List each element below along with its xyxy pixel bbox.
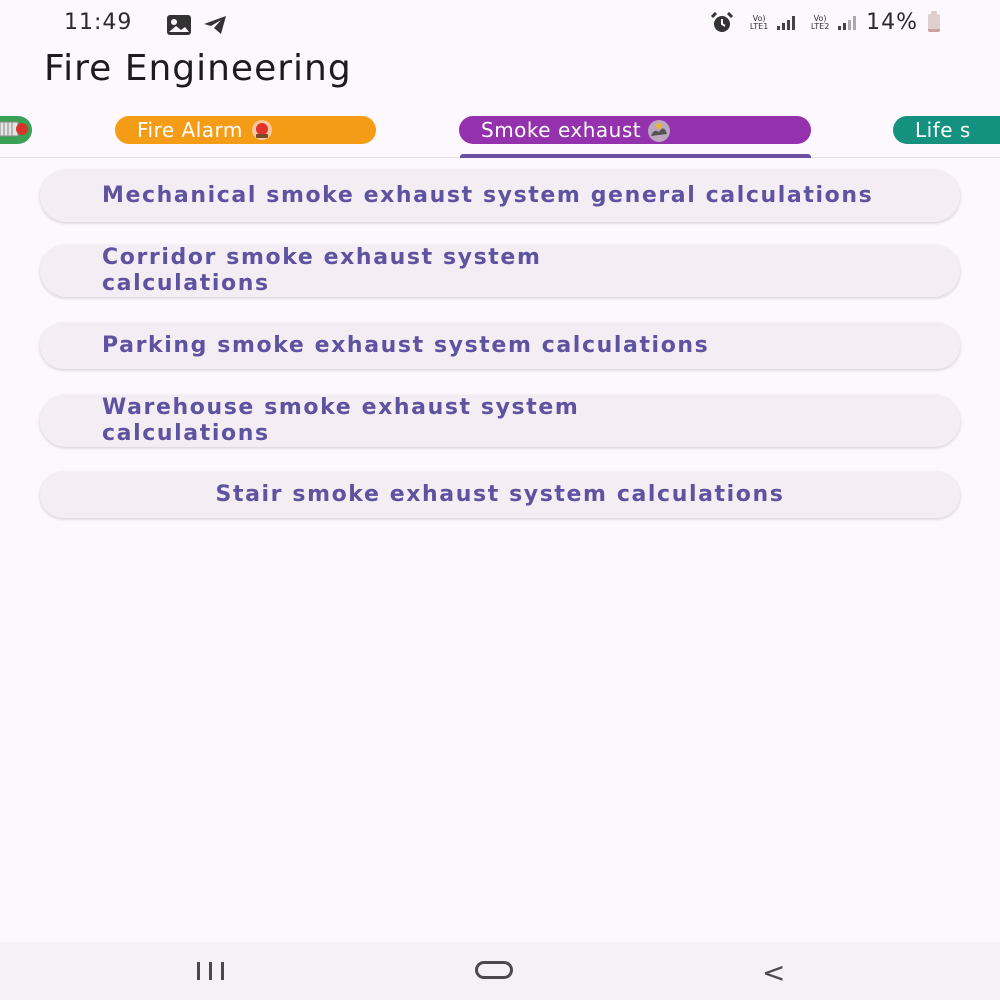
list-item-label: Corridor smoke exhaust system calculatio… — [102, 245, 542, 296]
list-item-mechanical[interactable]: Mechanical smoke exhaust system general … — [40, 170, 960, 222]
status-bar: 11:49 Vo) LTE1 Vo) LTE2 14% — [0, 0, 1000, 50]
system-nav-bar: < — [0, 942, 1000, 1000]
recent-apps-icon[interactable] — [197, 962, 224, 980]
battery-percentage: 14% — [866, 10, 918, 35]
sim2-signal: Vo) LTE2 — [805, 13, 857, 31]
list-item-label: Parking smoke exhaust system calculation… — [102, 333, 710, 358]
list-item-warehouse[interactable]: Warehouse smoke exhaust system calculati… — [40, 395, 960, 447]
alarm-icon — [711, 11, 734, 32]
smoke-icon — [648, 120, 671, 142]
signal-icon — [838, 15, 857, 30]
sim1-signal: Vo) LTE1 — [744, 13, 796, 31]
battery-icon — [928, 10, 940, 32]
telegram-icon — [204, 16, 226, 34]
tab-life-safety-label: Life s — [915, 118, 971, 142]
page-title: Fire Engineering — [44, 48, 352, 89]
home-icon[interactable] — [475, 961, 513, 979]
fire-sprinkler-icon — [0, 121, 28, 137]
tab-fire-alarm[interactable]: Fire Alarm — [115, 116, 376, 144]
tab-selected-indicator — [460, 154, 811, 158]
list-item-stair[interactable]: Stair smoke exhaust system calculations — [40, 472, 960, 518]
image-icon — [167, 15, 191, 35]
list-item-label: Mechanical smoke exhaust system general … — [102, 183, 874, 208]
signal-icon — [777, 15, 796, 30]
sim1-label: Vo) LTE1 — [749, 13, 769, 31]
tab-fire-sprinkler[interactable] — [0, 116, 32, 144]
tab-fire-alarm-label: Fire Alarm — [137, 118, 243, 142]
tab-bar: Fire Alarm Smoke exhaust Life s — [0, 110, 1000, 158]
sim2-label: Vo) LTE2 — [810, 13, 830, 31]
status-right: Vo) LTE1 Vo) LTE2 14% — [710, 10, 940, 35]
alarm-light-icon — [251, 120, 272, 140]
status-time: 11:49 — [64, 10, 133, 35]
tab-smoke-exhaust-label: Smoke exhaust — [481, 118, 642, 142]
list-item-label: Warehouse smoke exhaust system calculati… — [102, 395, 580, 446]
status-left-icons — [166, 14, 228, 36]
tab-life-safety[interactable]: Life s — [893, 116, 1000, 144]
list-item-parking[interactable]: Parking smoke exhaust system calculation… — [40, 323, 960, 369]
list-item-corridor[interactable]: Corridor smoke exhaust system calculatio… — [40, 245, 960, 297]
app-screen: 11:49 Vo) LTE1 Vo) LTE2 14% Fire Enginee… — [0, 0, 1000, 1000]
list-item-label: Stair smoke exhaust system calculations — [215, 482, 785, 507]
tab-smoke-exhaust[interactable]: Smoke exhaust — [459, 116, 811, 144]
back-icon[interactable]: < — [762, 956, 785, 989]
